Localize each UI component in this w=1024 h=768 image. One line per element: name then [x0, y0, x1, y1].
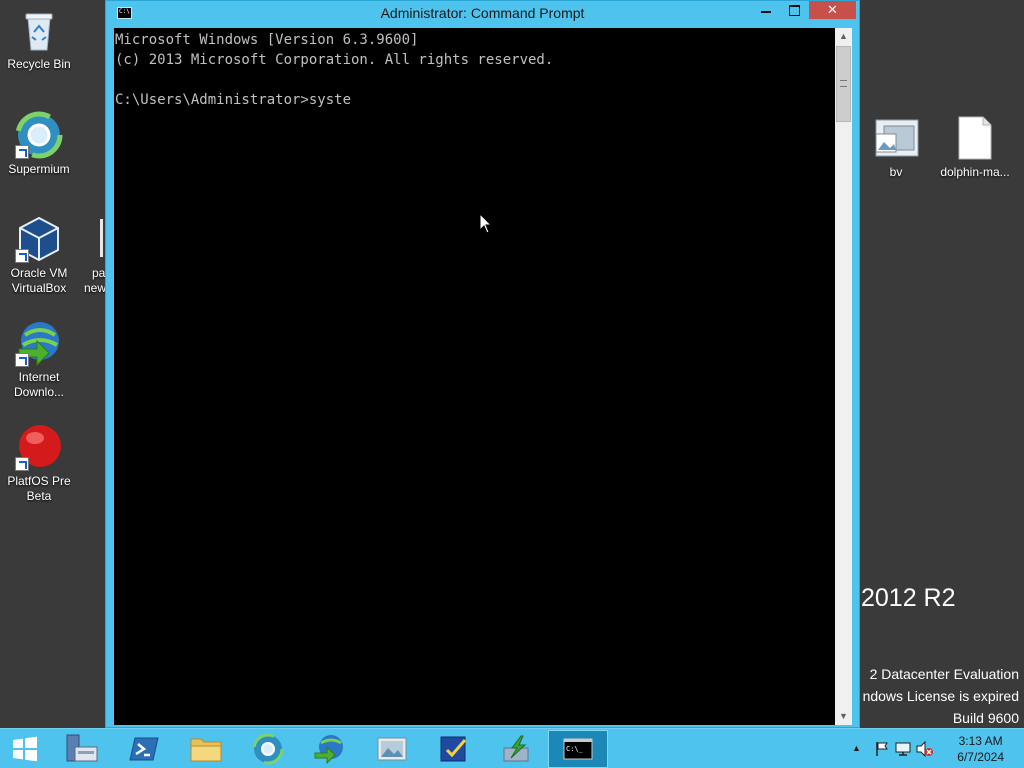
- watermark-license: ndows License is expired: [862, 688, 1019, 704]
- start-button[interactable]: [0, 730, 50, 768]
- system-tray: ▲ 3:13 AM 6/7/2024: [844, 729, 1024, 768]
- idm-icon: [314, 735, 343, 765]
- desktop-icon-label: Internet Downlo...: [13, 370, 65, 399]
- svg-text:C:\_: C:\_: [566, 745, 584, 753]
- window-titlebar[interactable]: Administrator: Command Prompt ✕: [106, 1, 859, 27]
- desktop-icon-label: Supermium: [8, 162, 70, 176]
- taskbar-command-prompt[interactable]: C:\_: [548, 730, 608, 768]
- taskbar-powershell[interactable]: [114, 730, 174, 768]
- taskbar-internet-download-manager[interactable]: [300, 730, 360, 768]
- action-center-flag-icon[interactable]: [874, 741, 890, 757]
- partial-file-icon: [100, 219, 103, 257]
- console-line: (c) 2013 Microsoft Corporation. All righ…: [115, 52, 554, 68]
- taskbar: C:\_ ▲ 3:13 AM 6/7/2024: [0, 728, 1024, 768]
- taskbar-clock[interactable]: 3:13 AM 6/7/2024: [957, 733, 1004, 765]
- network-icon[interactable]: [895, 741, 911, 757]
- desktop-icon-label: new: [84, 281, 107, 295]
- windows-logo-icon: [13, 736, 37, 762]
- server-manager-icon: [66, 734, 98, 762]
- desktop-icon-virtualbox[interactable]: Oracle VM VirtualBox: [1, 215, 77, 296]
- image-viewer-icon: [377, 737, 407, 761]
- image-folder-icon: [872, 114, 920, 162]
- desktop-icon-internet-download-manager[interactable]: Internet Downlo...: [1, 319, 77, 400]
- scroll-down-arrow-icon[interactable]: ▼: [835, 708, 852, 725]
- shortcut-arrow-icon: [15, 249, 29, 263]
- cmd-icon: C:\_: [563, 738, 593, 760]
- recycle-bin-icon: [15, 6, 63, 54]
- taskbar-server-manager[interactable]: [52, 730, 112, 768]
- download-icon: [503, 735, 529, 762]
- maximize-button[interactable]: [781, 1, 807, 19]
- supermium-icon: [252, 733, 284, 765]
- desktop-icon-label: Oracle VM VirtualBox: [10, 266, 68, 295]
- desktop-icon-platfos[interactable]: PlatfOS Pre Beta: [1, 423, 77, 504]
- close-button[interactable]: ✕: [809, 1, 856, 19]
- taskbar-notepad[interactable]: [424, 730, 484, 768]
- window-title: Administrator: Command Prompt: [380, 5, 585, 21]
- watermark-build: Build 9600: [952, 710, 1019, 726]
- powershell-icon: [129, 737, 159, 761]
- desktop-icon-label: dolphin-ma...: [940, 165, 1010, 179]
- desktop-icon-recycle-bin[interactable]: Recycle Bin: [1, 6, 77, 72]
- blank-file-icon: [951, 114, 999, 162]
- show-hidden-icons-button[interactable]: ▲: [852, 743, 861, 753]
- virtualbox-icon: [15, 215, 63, 263]
- scrollbar-thumb[interactable]: [836, 46, 851, 122]
- desktop-icon-partial[interactable]: pa new: [84, 219, 106, 296]
- mouse-cursor-icon: [479, 213, 493, 234]
- desktop-icon-bv[interactable]: bv: [858, 114, 934, 180]
- internet-download-manager-icon: [15, 319, 63, 367]
- scroll-up-arrow-icon[interactable]: ▲: [835, 28, 852, 45]
- platfos-icon: [15, 423, 63, 471]
- taskbar-file-explorer[interactable]: [176, 730, 236, 768]
- desktop-icon-label: PlatfOS Pre Beta: [7, 474, 71, 503]
- console-output[interactable]: Microsoft Windows [Version 6.3.9600] (c) …: [114, 28, 835, 725]
- notepad-icon: [440, 736, 467, 762]
- folder-icon: [190, 738, 222, 762]
- shortcut-arrow-icon: [15, 353, 29, 367]
- desktop-icon-label: pa: [92, 266, 106, 280]
- volume-muted-icon[interactable]: [916, 741, 934, 757]
- watermark-edition: 2 Datacenter Evaluation: [869, 666, 1019, 682]
- console-prompt-line[interactable]: C:\Users\Administrator>syste: [115, 90, 835, 110]
- desktop-icon-label: Recycle Bin: [7, 57, 71, 71]
- shortcut-arrow-icon: [15, 457, 29, 471]
- taskbar-image-viewer[interactable]: [362, 730, 422, 768]
- desktop-icon-dolphin[interactable]: dolphin-ma...: [937, 114, 1013, 180]
- taskbar-download-tool[interactable]: [486, 730, 546, 768]
- taskbar-supermium[interactable]: [238, 730, 298, 768]
- supermium-icon: [15, 111, 63, 159]
- watermark-version: 2012 R2: [861, 584, 956, 612]
- clock-date: 6/7/2024: [957, 750, 1004, 764]
- desktop-icon-label: bv: [889, 165, 903, 179]
- shortcut-arrow-icon: [15, 145, 29, 159]
- console-line: Microsoft Windows [Version 6.3.9600]: [115, 32, 419, 48]
- minimize-button[interactable]: [753, 1, 779, 19]
- command-prompt-window[interactable]: Administrator: Command Prompt ✕ Microsof…: [105, 0, 860, 728]
- desktop-icon-supermium[interactable]: Supermium: [1, 111, 77, 177]
- clock-time: 3:13 AM: [958, 734, 1003, 748]
- vertical-scrollbar[interactable]: ▲ ▼: [835, 28, 852, 725]
